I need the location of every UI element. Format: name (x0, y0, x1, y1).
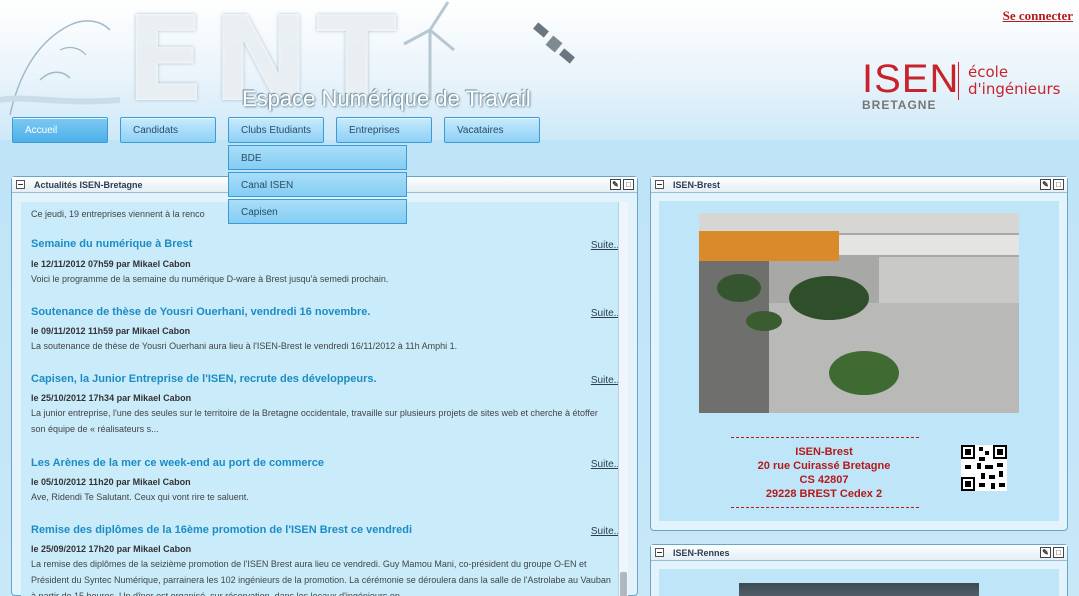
isen-brest-photo (699, 213, 1019, 413)
news-item-title[interactable]: Les Arènes de la mer ce week-end au port… (31, 457, 324, 469)
isen-rennes-photo (739, 583, 979, 596)
rennes-panel: ISEN-Rennes ✎ □ (650, 544, 1068, 596)
isen-school-line1: école (968, 63, 1009, 81)
minimize-icon[interactable] (655, 548, 664, 557)
news-item-meta: le 25/10/2012 17h34 par Mikael Cabon (31, 393, 192, 403)
login-link[interactable]: Se connecter (1003, 8, 1073, 24)
news-item-text: Voici le programme de la semaine du numé… (31, 274, 389, 284)
news-item-meta: le 12/11/2012 07h59 par Mikael Cabon (31, 259, 191, 269)
news-item-title[interactable]: Remise des diplômes de la 16ème promotio… (31, 524, 412, 536)
isen-logo-divider (958, 62, 959, 100)
maximize-icon[interactable]: □ (623, 179, 634, 190)
dropdown-item-capisen[interactable]: Capisen (228, 199, 407, 224)
brest-address-street: 20 rue Cuirassé Bretagne (757, 460, 891, 472)
news-item-text: Ave, Ridendi Te Salutant. Ceux qui vont … (31, 492, 249, 502)
face-illustration (0, 20, 121, 116)
news-item-text: La remise des diplômes de la seizième pr… (31, 559, 611, 596)
news-item-meta: le 09/11/2012 11h59 par Mikael Cabon (31, 326, 191, 336)
news-item-title[interactable]: Soutenance de thèse de Yousri Ouerhani, … (31, 306, 370, 318)
brest-address-city: 29228 BREST Cedex 2 (765, 488, 883, 500)
news-item-meta: le 05/10/2012 11h20 par Mikael Cabon (31, 477, 191, 487)
news-item-text: La junior entreprise, l'une des seules s… (31, 408, 598, 434)
minimize-icon[interactable] (16, 180, 25, 189)
dropdown-item-canal-isen[interactable]: Canal ISEN (228, 172, 407, 197)
isen-logo-name: ISEN (862, 57, 960, 101)
news-panel: Actualités ISEN-Bretagne ✎ □ Ce jeudi, 1… (11, 176, 638, 596)
news-item-title[interactable]: Capisen, la Junior Entreprise de l'ISEN,… (31, 373, 377, 385)
news-panel-title: Actualités ISEN-Bretagne (34, 180, 143, 190)
brest-address-cs: CS 42807 (799, 474, 849, 486)
edit-icon[interactable]: ✎ (1040, 547, 1051, 558)
nav-candidats[interactable]: Candidats (120, 117, 216, 143)
wind-turbine-illustration (403, 1, 455, 100)
rennes-panel-title: ISEN-Rennes (673, 548, 730, 558)
nav-clubs-etudiants[interactable]: Clubs Etudiants (228, 117, 324, 143)
dropdown-item-bde[interactable]: BDE (228, 145, 407, 170)
isen-logo: ISEN BRETAGNE (862, 57, 960, 112)
news-list[interactable]: Ce jeudi, 19 entreprises viennent à la r… (21, 202, 628, 596)
brest-panel-header: ISEN-Brest ✎ □ (651, 177, 1067, 193)
news-item-meta: le 25/09/2012 17h20 par Mikael Cabon (31, 544, 192, 554)
address-divider-top (731, 437, 919, 438)
rennes-panel-header: ISEN-Rennes ✎ □ (651, 545, 1067, 561)
maximize-icon[interactable]: □ (1053, 547, 1064, 558)
satellite-illustration (533, 22, 575, 64)
nav-entreprises[interactable]: Entreprises (336, 117, 432, 143)
qr-code-icon (961, 445, 1007, 491)
news-scrollbar[interactable] (618, 202, 628, 596)
maximize-icon[interactable]: □ (1053, 179, 1064, 190)
brest-panel-title: ISEN-Brest (673, 180, 721, 190)
isen-logo-school: école d'ingénieurs (968, 64, 1060, 98)
edit-icon[interactable]: ✎ (610, 179, 621, 190)
atrium-image (699, 213, 1019, 413)
edit-icon[interactable]: ✎ (1040, 179, 1051, 190)
news-scrollbar-thumb[interactable] (620, 572, 627, 596)
news-item-text: La soutenance de thèse de Yousri Ouerhan… (31, 341, 458, 351)
brest-content: ISEN-Brest 20 rue Cuirassé Bretagne CS 4… (659, 201, 1059, 521)
brest-address-name: ISEN-Brest (795, 446, 853, 458)
news-item-title[interactable]: Semaine du numérique à Brest (31, 238, 192, 250)
nav-accueil[interactable]: Accueil (12, 117, 108, 143)
ent-subtitle: Espace Numérique de Travail (242, 86, 531, 111)
nav-vacataires[interactable]: Vacataires (444, 117, 540, 143)
address-divider-bottom (731, 507, 919, 508)
isen-school-line2: d'ingénieurs (968, 80, 1061, 98)
minimize-icon[interactable] (655, 180, 664, 189)
rennes-content (659, 569, 1059, 596)
brest-panel: ISEN-Brest ✎ □ ISEN-Brest 20 rue Cuirass… (650, 176, 1068, 531)
